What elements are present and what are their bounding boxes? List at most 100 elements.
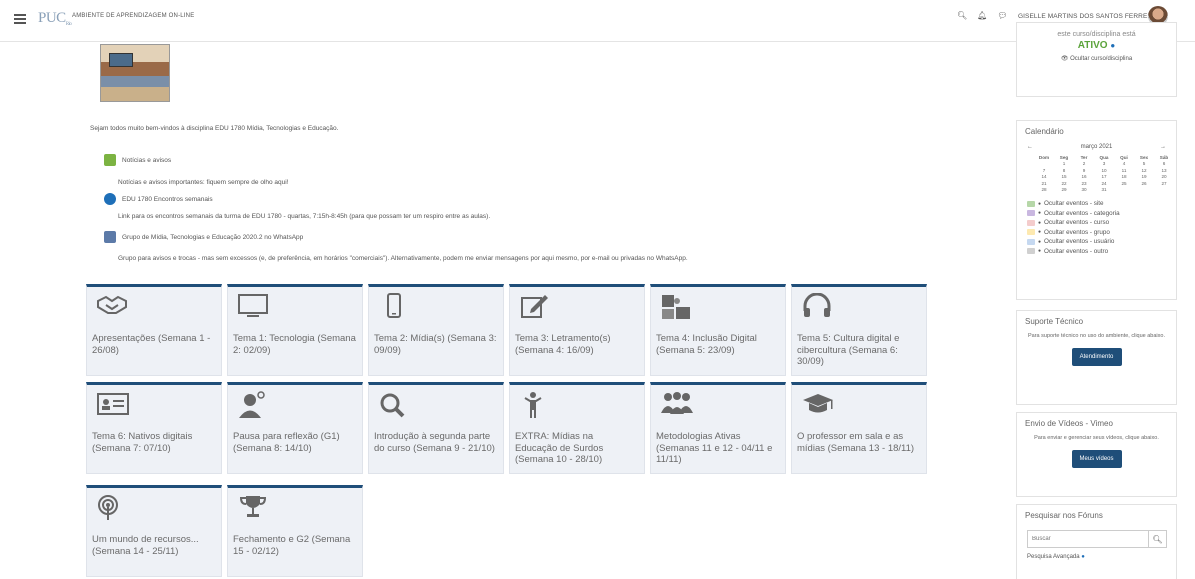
file-icon — [104, 231, 116, 243]
tile-tema-4[interactable]: Tema 4: Inclusão Digital (Semana 5: 23/0… — [650, 284, 786, 376]
event-color-swatch — [1027, 200, 1035, 207]
course-banner-image — [100, 44, 170, 102]
event-filter-item[interactable]: ● Ocultar eventos - curso — [1027, 218, 1176, 228]
event-filter-item[interactable]: ● Ocultar eventos - categoria — [1027, 209, 1176, 219]
event-filter-item[interactable]: ● Ocultar eventos - grupo — [1027, 228, 1176, 238]
messages-icon[interactable]: 💬︎ — [997, 11, 1007, 20]
support-title: Suporte Técnico — [1025, 317, 1084, 326]
mobile-icon — [378, 293, 408, 319]
event-color-swatch — [1027, 238, 1035, 245]
calendar-nav: ← março 2021 → — [1017, 144, 1176, 150]
status-text: este curso/disciplina está — [1057, 31, 1136, 38]
support-button[interactable]: Atendimento — [1071, 348, 1122, 366]
calendar-day — [1154, 187, 1174, 194]
tile-active-methodologies[interactable]: Metodologias Ativas (Semanas 11 e 12 - 0… — [650, 382, 786, 474]
activity-description: Notícias e avisos importantes: fiquem se… — [118, 179, 289, 186]
group-icon — [660, 391, 693, 417]
advanced-search-link[interactable]: Pesquisa Avançada ● — [1027, 554, 1176, 560]
calendar-day[interactable]: 29 — [1054, 187, 1074, 194]
event-filter-label: Ocultar eventos - site — [1044, 200, 1104, 208]
handshake-icon — [96, 293, 127, 319]
forum-icon — [104, 154, 116, 166]
event-color-swatch — [1027, 219, 1035, 226]
calendar-grid: Dom Seg Ter Qua Qui Sex Sáb 1 2 3 4 5 6 7 8 9 10 11 12 13 1… — [1034, 154, 1174, 193]
tile-tema-2[interactable]: Tema 2: Mídia(s) (Semana 3: 09/09) — [368, 284, 504, 376]
event-type-icon: ● — [1038, 200, 1042, 207]
support-block: Suporte Técnico Para suporte técnico no … — [1016, 310, 1177, 405]
child-icon — [519, 391, 549, 418]
support-text: Para suporte técnico no uso do ambiente,… — [1028, 333, 1165, 339]
calendar-month: março 2021 — [1080, 144, 1113, 150]
my-videos-button[interactable]: Meus vídeos — [1071, 450, 1122, 468]
id-card-icon — [96, 391, 129, 417]
site-logo[interactable]: PUCRio — [38, 10, 72, 27]
event-filter-item[interactable]: ● Ocultar eventos - outro — [1027, 247, 1176, 257]
video-title: Envio de Vídeos - Vimeo — [1025, 419, 1113, 428]
edit-icon — [519, 293, 549, 319]
event-type-icon: ● — [1038, 238, 1042, 245]
event-filter-item[interactable]: ● Ocultar eventos - site — [1027, 199, 1176, 209]
forum-search-block: Pesquisar nos Fóruns 🔍︎ Pesquisa Avançad… — [1016, 504, 1177, 579]
search-icon: 🔍︎ — [1152, 534, 1163, 544]
event-type-icon: ● — [1038, 248, 1042, 255]
tile-teacher-media[interactable]: O professor em sala e as mídias (Semana … — [791, 382, 927, 474]
activity-weekly-meetings[interactable]: EDU 1780 Encontros semanais — [104, 193, 213, 205]
activity-description: Link para os encontros semanais da turma… — [118, 213, 491, 220]
hide-course-link[interactable]: 👁︎ Ocultar curso/disciplina — [1017, 55, 1176, 62]
event-color-swatch — [1027, 248, 1035, 255]
calendar-day — [1114, 187, 1134, 194]
event-type-icon: ● — [1038, 210, 1042, 217]
welcome-text: Sejam todos muito bem-vindos à disciplin… — [90, 125, 339, 132]
calendar-title: Calendário — [1025, 127, 1064, 136]
search-icon[interactable]: 🔍︎ — [957, 11, 967, 20]
tile-tema-3[interactable]: Tema 3: Letramento(s) (Semana 4: 16/09) — [509, 284, 645, 376]
tile-presentations[interactable]: Apresentações (Semana 1 - 26/08) — [86, 284, 222, 376]
event-color-swatch — [1027, 229, 1035, 236]
tile-tema-5[interactable]: Tema 5: Cultura digital e cibercultura (… — [791, 284, 927, 376]
event-type-icon: ● — [1038, 219, 1042, 226]
site-name[interactable]: AMBIENTE DE APRENDIZAGEM ON-LINE — [72, 13, 194, 19]
menu-icon[interactable] — [14, 14, 26, 24]
trophy-icon — [237, 494, 267, 520]
tile-extra-deaf-education[interactable]: EXTRA: Mídias na Educação de Surdos (Sem… — [509, 382, 645, 474]
event-type-icon: ● — [1038, 229, 1042, 236]
calendar-day[interactable]: 30 — [1074, 187, 1094, 194]
activity-description: Grupo para avisos e trocas - mas sem exc… — [118, 255, 688, 262]
video-text: Para enviar e gerenciar seus vídeos, cli… — [1034, 435, 1159, 441]
next-month-arrow-icon[interactable]: → — [1160, 144, 1166, 150]
calendar-week: 28 29 30 31 — [1034, 187, 1174, 194]
notification-bell-icon[interactable]: 🔔︎ — [977, 11, 987, 20]
tile-world-of-resources[interactable]: Um mundo de recursos... (Semana 14 - 25/… — [86, 485, 222, 577]
activity-whatsapp-group[interactable]: Grupo de Mídia, Tecnologias e Educação 2… — [104, 231, 303, 243]
event-filter-label: Ocultar eventos - curso — [1044, 219, 1110, 227]
tile-second-part-intro[interactable]: Introdução à segunda parte do curso (Sem… — [368, 382, 504, 474]
help-icon[interactable]: ● — [1081, 554, 1085, 560]
thinking-user-icon — [237, 391, 267, 418]
tile-tema-1[interactable]: Tema 1: Tecnologia (Semana 2: 02/09) — [227, 284, 363, 376]
tile-closing-g2[interactable]: Fechamento e G2 (Semana 15 - 02/12) — [227, 485, 363, 577]
event-filter-item[interactable]: ● Ocultar eventos - usuário — [1027, 237, 1176, 247]
calendar-day — [1134, 187, 1154, 194]
help-icon[interactable]: ● — [1110, 41, 1115, 50]
calendar-day[interactable]: 31 — [1094, 187, 1114, 194]
course-status-block: este curso/disciplina está ATIVO ● 👁︎ Oc… — [1016, 22, 1177, 97]
tile-reflection-pause[interactable]: Pausa para reflexão (G1) (Semana 8: 14/1… — [227, 382, 363, 474]
forum-search-input[interactable] — [1027, 530, 1149, 548]
event-filter-label: Ocultar eventos - outro — [1044, 247, 1109, 255]
graduation-cap-icon — [801, 391, 833, 417]
activity-news[interactable]: Notícias e avisos — [104, 154, 171, 166]
calendar-day[interactable]: 28 — [1034, 187, 1054, 194]
video-upload-block: Envio de Vídeos - Vimeo Para enviar e ge… — [1016, 412, 1177, 497]
tile-tema-6[interactable]: Tema 6: Nativos digitais (Semana 7: 07/1… — [86, 382, 222, 474]
monitor-icon — [237, 293, 268, 319]
podcast-icon — [96, 494, 126, 520]
event-filter-label: Ocultar eventos - grupo — [1044, 228, 1110, 236]
search-button[interactable]: 🔍︎ — [1149, 530, 1167, 548]
status-badge: ATIVO ● — [1077, 40, 1116, 51]
headphones-icon — [801, 292, 831, 319]
prev-month-arrow-icon[interactable]: ← — [1027, 144, 1033, 150]
puzzle-icon — [660, 293, 690, 319]
user-menu-name[interactable]: GISELLE MARTINS DOS SANTOS FERREIRA — [1018, 13, 1159, 20]
top-icons: 🔍︎ 🔔︎ 💬︎ — [957, 11, 1007, 20]
search-icon — [378, 391, 408, 418]
